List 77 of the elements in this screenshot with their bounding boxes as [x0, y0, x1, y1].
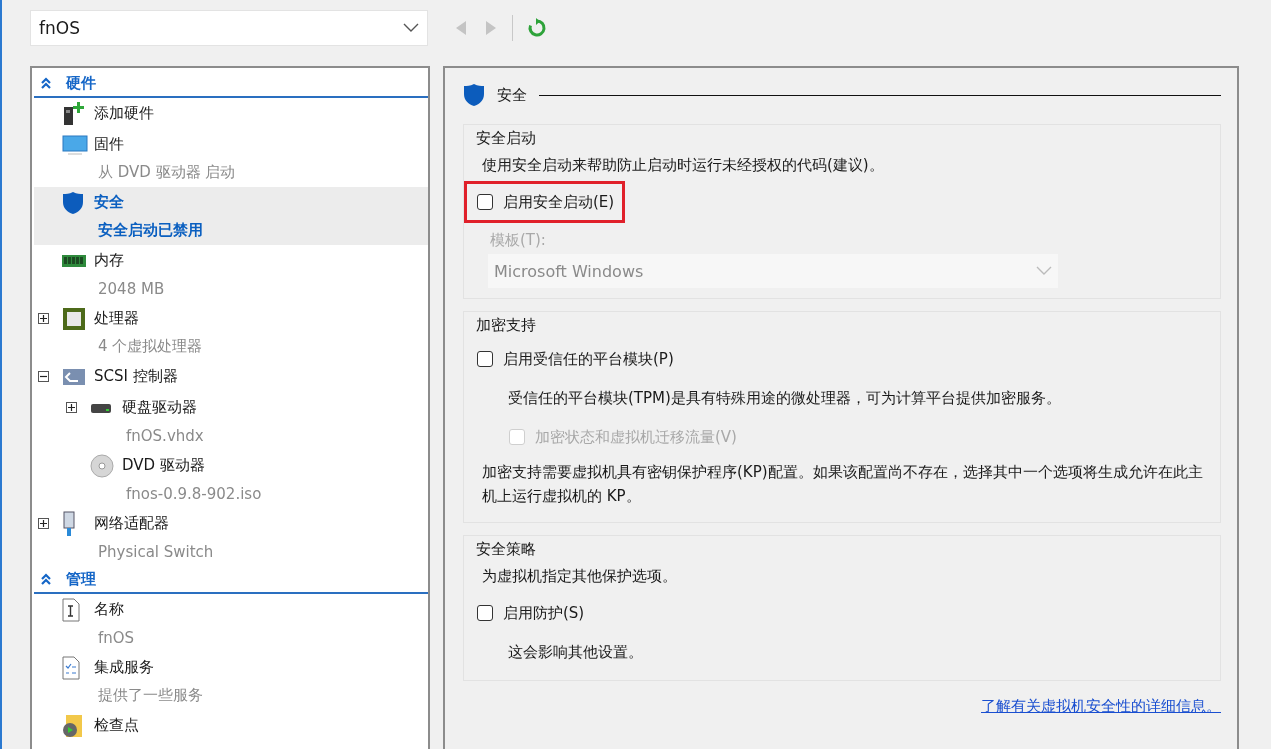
tree-item[interactable]: DVD 驱动器 fnos-0.9.8-902.iso [34, 450, 428, 508]
item-name: 安全 [94, 193, 124, 212]
hardware-add-icon [62, 101, 84, 126]
tree-item[interactable]: SCSI 控制器 [34, 361, 428, 392]
item-name: 处理器 [94, 309, 139, 328]
checkbox-label: 启用受信任的平台模块(P) [503, 349, 674, 369]
checkbox[interactable] [477, 351, 493, 367]
note-text: 这会影响其他设置。 [508, 642, 644, 663]
item-name: 内存 [94, 251, 124, 270]
section-header[interactable]: 管理 [34, 566, 428, 594]
controller-card-icon [62, 366, 86, 387]
item-detail: 2048 MB [98, 279, 165, 298]
checkbox[interactable] [477, 194, 493, 210]
tree-item[interactable]: 固件 从 DVD 驱动器 启动 [34, 129, 428, 187]
note-text: 受信任的平台模块(TPM)是具有特殊用途的微处理器，可为计算平台提供加密服务。 [508, 388, 1062, 409]
item-name: 固件 [94, 135, 124, 154]
collapse-icon[interactable] [38, 371, 49, 382]
item-name: 名称 [94, 600, 124, 619]
field-label: 模板(T): [490, 231, 547, 250]
vm-dropdown[interactable]: fnOS [30, 10, 428, 46]
item-name: SCSI 控制器 [94, 367, 178, 386]
processor-chip-icon [62, 306, 86, 331]
tree-item[interactable]: 检查点 [34, 710, 428, 741]
group-title: 安全启动 [475, 127, 536, 149]
item-name: 网络适配器 [94, 514, 169, 533]
tree-item[interactable]: 安全 安全启动已禁用 [34, 187, 428, 245]
back-arrow-icon [454, 20, 468, 36]
panel-title: 安全 [497, 85, 527, 105]
item-detail: fnos-0.9.8-902.iso [126, 484, 262, 503]
chevron-down-icon [1036, 266, 1052, 276]
tree-item[interactable]: 内存 2048 MB [34, 245, 428, 303]
item-name: 检查点 [94, 716, 139, 735]
tree-item[interactable]: 网络适配器 Physical Switch [34, 508, 428, 566]
item-detail: fnOS [98, 628, 135, 647]
tree-item[interactable]: 名称 fnOS [34, 594, 428, 652]
chevron-down-icon [403, 23, 419, 33]
item-name: 添加硬件 [94, 104, 154, 123]
checkbox-label: 启用防护(S) [503, 603, 585, 623]
item-detail: Physical Switch [98, 542, 214, 561]
group-title: 安全策略 [475, 538, 536, 560]
item-name: DVD 驱动器 [122, 456, 205, 475]
collapse-chevron-icon [40, 77, 52, 89]
tree-item[interactable]: 硬盘驱动器 fnOS.vhdx [34, 392, 428, 450]
checkpoint-icon [62, 713, 84, 738]
shield-icon [62, 190, 84, 215]
description-text: 加密支持需要虚拟机具有密钥保护程序(KP)配置。如果该配置尚不存在，选择其中一个选项将生成允许在此主机上运行虚拟机的 KP。 [482, 462, 1204, 507]
checkbox-label: 加密状态和虚拟机迁移流量(V) [535, 427, 737, 447]
collapse-chevron-icon [40, 573, 52, 585]
item-detail: 从 DVD 驱动器 启动 [98, 163, 236, 182]
tree-item[interactable]: 处理器 4 个虚拟处理器 [34, 303, 428, 361]
item-detail: 安全启动已禁用 [98, 221, 203, 240]
item-name: 硬盘驱动器 [122, 398, 197, 417]
item-detail: 提供了一些服务 [98, 686, 203, 705]
help-link[interactable]: 了解有关虚拟机安全性的详细信息。 [981, 697, 1221, 716]
item-name: 集成服务 [94, 658, 154, 677]
memory-module-icon [62, 253, 86, 268]
tree-item[interactable]: 添加硬件 [34, 98, 428, 129]
expand-icon[interactable] [38, 313, 49, 324]
checkbox[interactable] [477, 605, 493, 621]
group-title: 加密支持 [475, 314, 536, 336]
section-header[interactable]: 硬件 [34, 70, 428, 98]
expand-icon[interactable] [38, 518, 49, 529]
checklist-document-icon [62, 655, 80, 680]
description-text: 使用安全启动来帮助防止启动时运行未经授权的代码(建议)。 [482, 155, 885, 176]
description-text: 为虚拟机指定其他保护选项。 [482, 566, 678, 587]
tree-item[interactable]: 集成服务 提供了一些服务 [34, 652, 428, 710]
text-document-icon [62, 597, 80, 622]
forward-arrow-icon [484, 20, 498, 36]
network-adapter-icon [62, 510, 76, 537]
shield-icon [463, 83, 485, 107]
expand-icon[interactable] [66, 402, 77, 413]
monitor-icon [62, 134, 88, 155]
refresh-icon [527, 18, 547, 38]
item-detail: fnOS.vhdx [126, 426, 204, 445]
checkbox-label: 启用安全启动(E) [503, 192, 615, 212]
disc-icon [90, 453, 114, 478]
item-detail: 4 个虚拟处理器 [98, 337, 203, 356]
